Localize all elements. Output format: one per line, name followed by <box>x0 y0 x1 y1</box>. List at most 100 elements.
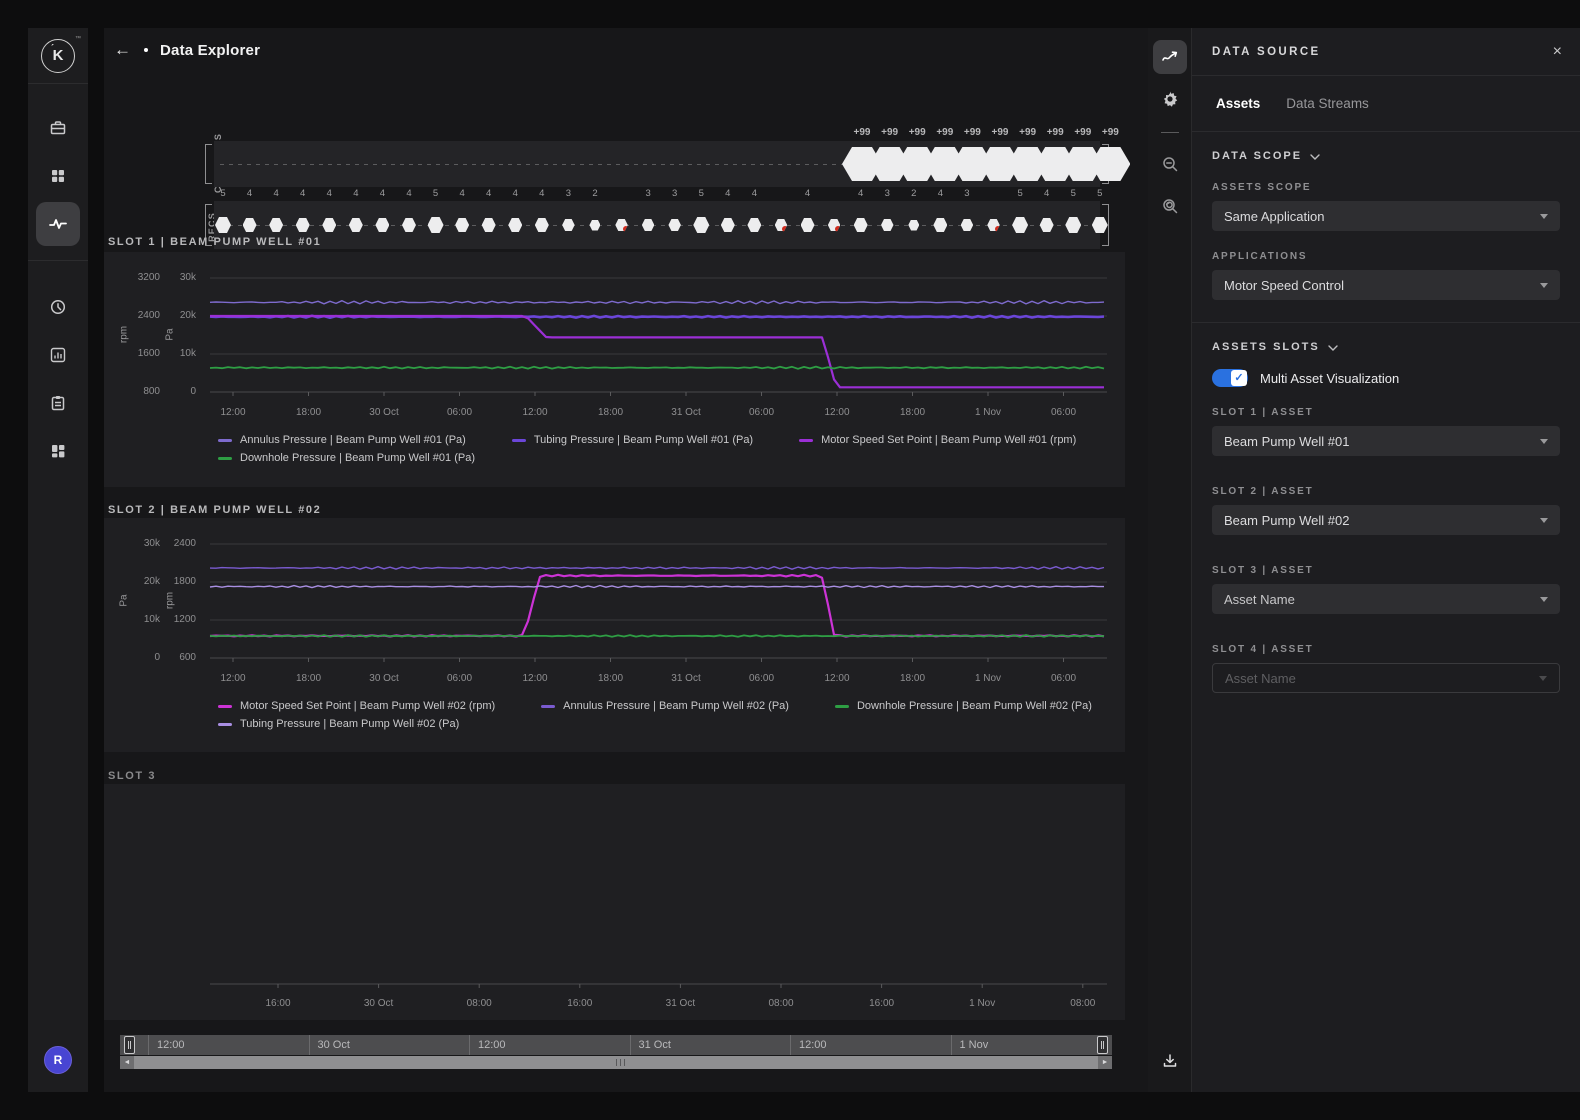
sidebar-item-grid[interactable] <box>36 154 80 198</box>
legend-label: Tubing Pressure | Beam Pump Well #02 (Pa… <box>240 718 460 730</box>
sidebar-item-history[interactable] <box>36 285 80 329</box>
tool-divider <box>1160 132 1179 133</box>
recs-dot-hex[interactable] <box>693 217 710 233</box>
scroll-right-arrow[interactable]: ► <box>1098 1056 1112 1069</box>
y-axis-title: Pa <box>118 594 130 607</box>
recs-dot-hex[interactable] <box>508 218 523 232</box>
sidebar-item-tasks[interactable] <box>36 381 80 425</box>
recs-dot-hex[interactable] <box>960 218 974 232</box>
tool-settings[interactable] <box>1153 82 1187 116</box>
recs-dot-hex[interactable] <box>615 218 628 232</box>
recs-dot-hex[interactable] <box>242 218 257 232</box>
user-avatar[interactable]: R <box>44 1046 72 1074</box>
recs-dot-hex[interactable] <box>215 217 231 233</box>
logo: ´ K ™ <box>28 28 88 84</box>
section-data-scope[interactable]: DATA SCOPE <box>1192 150 1580 162</box>
recs-dot-hex[interactable] <box>481 218 496 232</box>
recs-count-label: 4 <box>512 188 518 199</box>
recs-dot-hex[interactable] <box>375 218 390 232</box>
recs-dot-hex[interactable] <box>348 218 363 232</box>
sidebar-item-data-explorer[interactable] <box>36 202 80 246</box>
legend-item[interactable]: Downhole Pressure | Beam Pump Well #02 (… <box>834 700 1092 712</box>
tool-download[interactable] <box>1153 1044 1187 1078</box>
recs-dot-hex[interactable] <box>774 218 788 232</box>
x-tick-label: 31 Oct <box>671 407 701 418</box>
recs-dot-hex[interactable] <box>562 218 575 232</box>
assets-scope-select[interactable]: Same Application <box>1212 201 1560 231</box>
legend-item[interactable]: Downhole Pressure | Beam Pump Well #01 (… <box>218 452 475 464</box>
recs-count-label: 4 <box>246 188 253 199</box>
sidebar-item-dashboards[interactable] <box>36 429 80 473</box>
chevron-down-icon <box>1310 153 1320 160</box>
recs-dot-hex[interactable] <box>853 218 868 232</box>
recs-dot-hex[interactable] <box>641 218 655 232</box>
trend-icon <box>1161 51 1177 61</box>
y-tick-label: 30k <box>143 538 160 549</box>
applications-select[interactable]: Motor Speed Control <box>1212 270 1560 300</box>
legend-item[interactable]: Annulus Pressure | Beam Pump Well #02 (P… <box>541 700 789 712</box>
slot1-asset-select[interactable]: Beam Pump Well #01 <box>1212 426 1560 456</box>
recs-dot-hex[interactable] <box>1012 217 1029 233</box>
legend-item[interactable]: Tubing Pressure | Beam Pump Well #01 (Pa… <box>511 434 753 446</box>
scrubber-label: 31 Oct <box>629 1035 791 1055</box>
recs-dot-hex[interactable] <box>269 218 284 232</box>
slot1-asset-label: SLOT 1 | ASSET <box>1212 407 1314 418</box>
legend-item[interactable]: Motor Speed Set Point | Beam Pump Well #… <box>218 700 495 712</box>
sidebar-item-reports[interactable] <box>36 333 80 377</box>
tab-assets[interactable]: Assets <box>1216 96 1260 111</box>
legend-swatch <box>511 438 526 442</box>
assets-scope-label: ASSETS SCOPE <box>1212 182 1312 193</box>
back-button[interactable]: ← <box>114 40 140 60</box>
sidebar-divider <box>28 260 88 261</box>
section-assets-slots[interactable]: ASSETS SLOTS <box>1192 341 1580 353</box>
recs-dot-hex[interactable] <box>668 218 681 232</box>
legend-item[interactable]: Annulus Pressure | Beam Pump Well #01 (P… <box>218 434 466 446</box>
recs-dot-hex[interactable] <box>908 219 920 231</box>
page-header: ← Data Explorer <box>104 28 1148 72</box>
controls-event-hex[interactable] <box>1090 147 1131 181</box>
recs-dot-hex[interactable] <box>455 218 470 232</box>
y-axis-title: Pa <box>164 328 176 341</box>
x-tick-label: 06:00 <box>748 673 775 684</box>
series-line <box>210 314 1104 389</box>
recs-dot-hex[interactable] <box>933 218 948 232</box>
recs-dot-hex[interactable] <box>427 217 444 233</box>
alert-red-dot <box>622 226 628 232</box>
recs-dot-hex[interactable] <box>987 218 1000 232</box>
scrubber-label: 12:00 <box>790 1035 951 1055</box>
recs-count-label: 4 <box>858 188 864 199</box>
recs-dot-hex[interactable] <box>800 218 815 232</box>
tool-trend[interactable] <box>1152 40 1187 74</box>
tab-data-streams[interactable]: Data Streams <box>1286 96 1369 111</box>
tool-zoom-reset[interactable] <box>1153 189 1187 223</box>
x-tick-label: 16:00 <box>567 998 593 1009</box>
scrubber-handle-right[interactable] <box>1097 1036 1108 1054</box>
scroll-left-arrow[interactable]: ◄ <box>120 1056 134 1069</box>
scrollbar-grip[interactable] <box>616 1059 625 1066</box>
tool-zoom-out[interactable] <box>1153 147 1187 181</box>
recs-dot-hex[interactable] <box>720 218 735 232</box>
recs-dot-hex[interactable] <box>295 218 310 232</box>
multi-asset-toggle[interactable]: ✓ <box>1212 369 1248 387</box>
sidebar-item-toolbox[interactable] <box>36 106 80 150</box>
caret-down-icon <box>1540 517 1548 523</box>
recs-dot-hex[interactable] <box>881 218 894 232</box>
scrubber-band[interactable]: 12:00 30 Oct 12:00 31 Oct 12:00 1 Nov <box>120 1035 1112 1055</box>
legend-item[interactable]: Tubing Pressure | Beam Pump Well #02 (Pa… <box>218 718 459 730</box>
recs-dot-hex[interactable] <box>534 218 549 232</box>
scrubber-handle-left[interactable] <box>124 1036 135 1054</box>
recs-dot-hex[interactable] <box>1065 217 1082 233</box>
close-icon[interactable]: × <box>1553 43 1562 60</box>
x-tick-label: 30 Oct <box>363 998 394 1009</box>
recs-dot-hex[interactable] <box>827 218 841 232</box>
legend-item[interactable]: Motor Speed Set Point | Beam Pump Well #… <box>799 434 1076 446</box>
recs-dot-hex[interactable] <box>1039 218 1054 232</box>
recs-dot-hex[interactable] <box>401 218 416 232</box>
recs-dot-hex[interactable] <box>747 218 762 232</box>
slot3-asset-select[interactable]: Asset Name <box>1212 584 1560 614</box>
recs-dot-hex[interactable] <box>322 218 337 232</box>
recs-count-label: 5 <box>698 188 704 199</box>
scrubber-scrollbar[interactable]: ◄ ► <box>120 1056 1112 1069</box>
recs-dot-hex[interactable] <box>589 219 601 231</box>
slot2-asset-select[interactable]: Beam Pump Well #02 <box>1212 505 1560 535</box>
